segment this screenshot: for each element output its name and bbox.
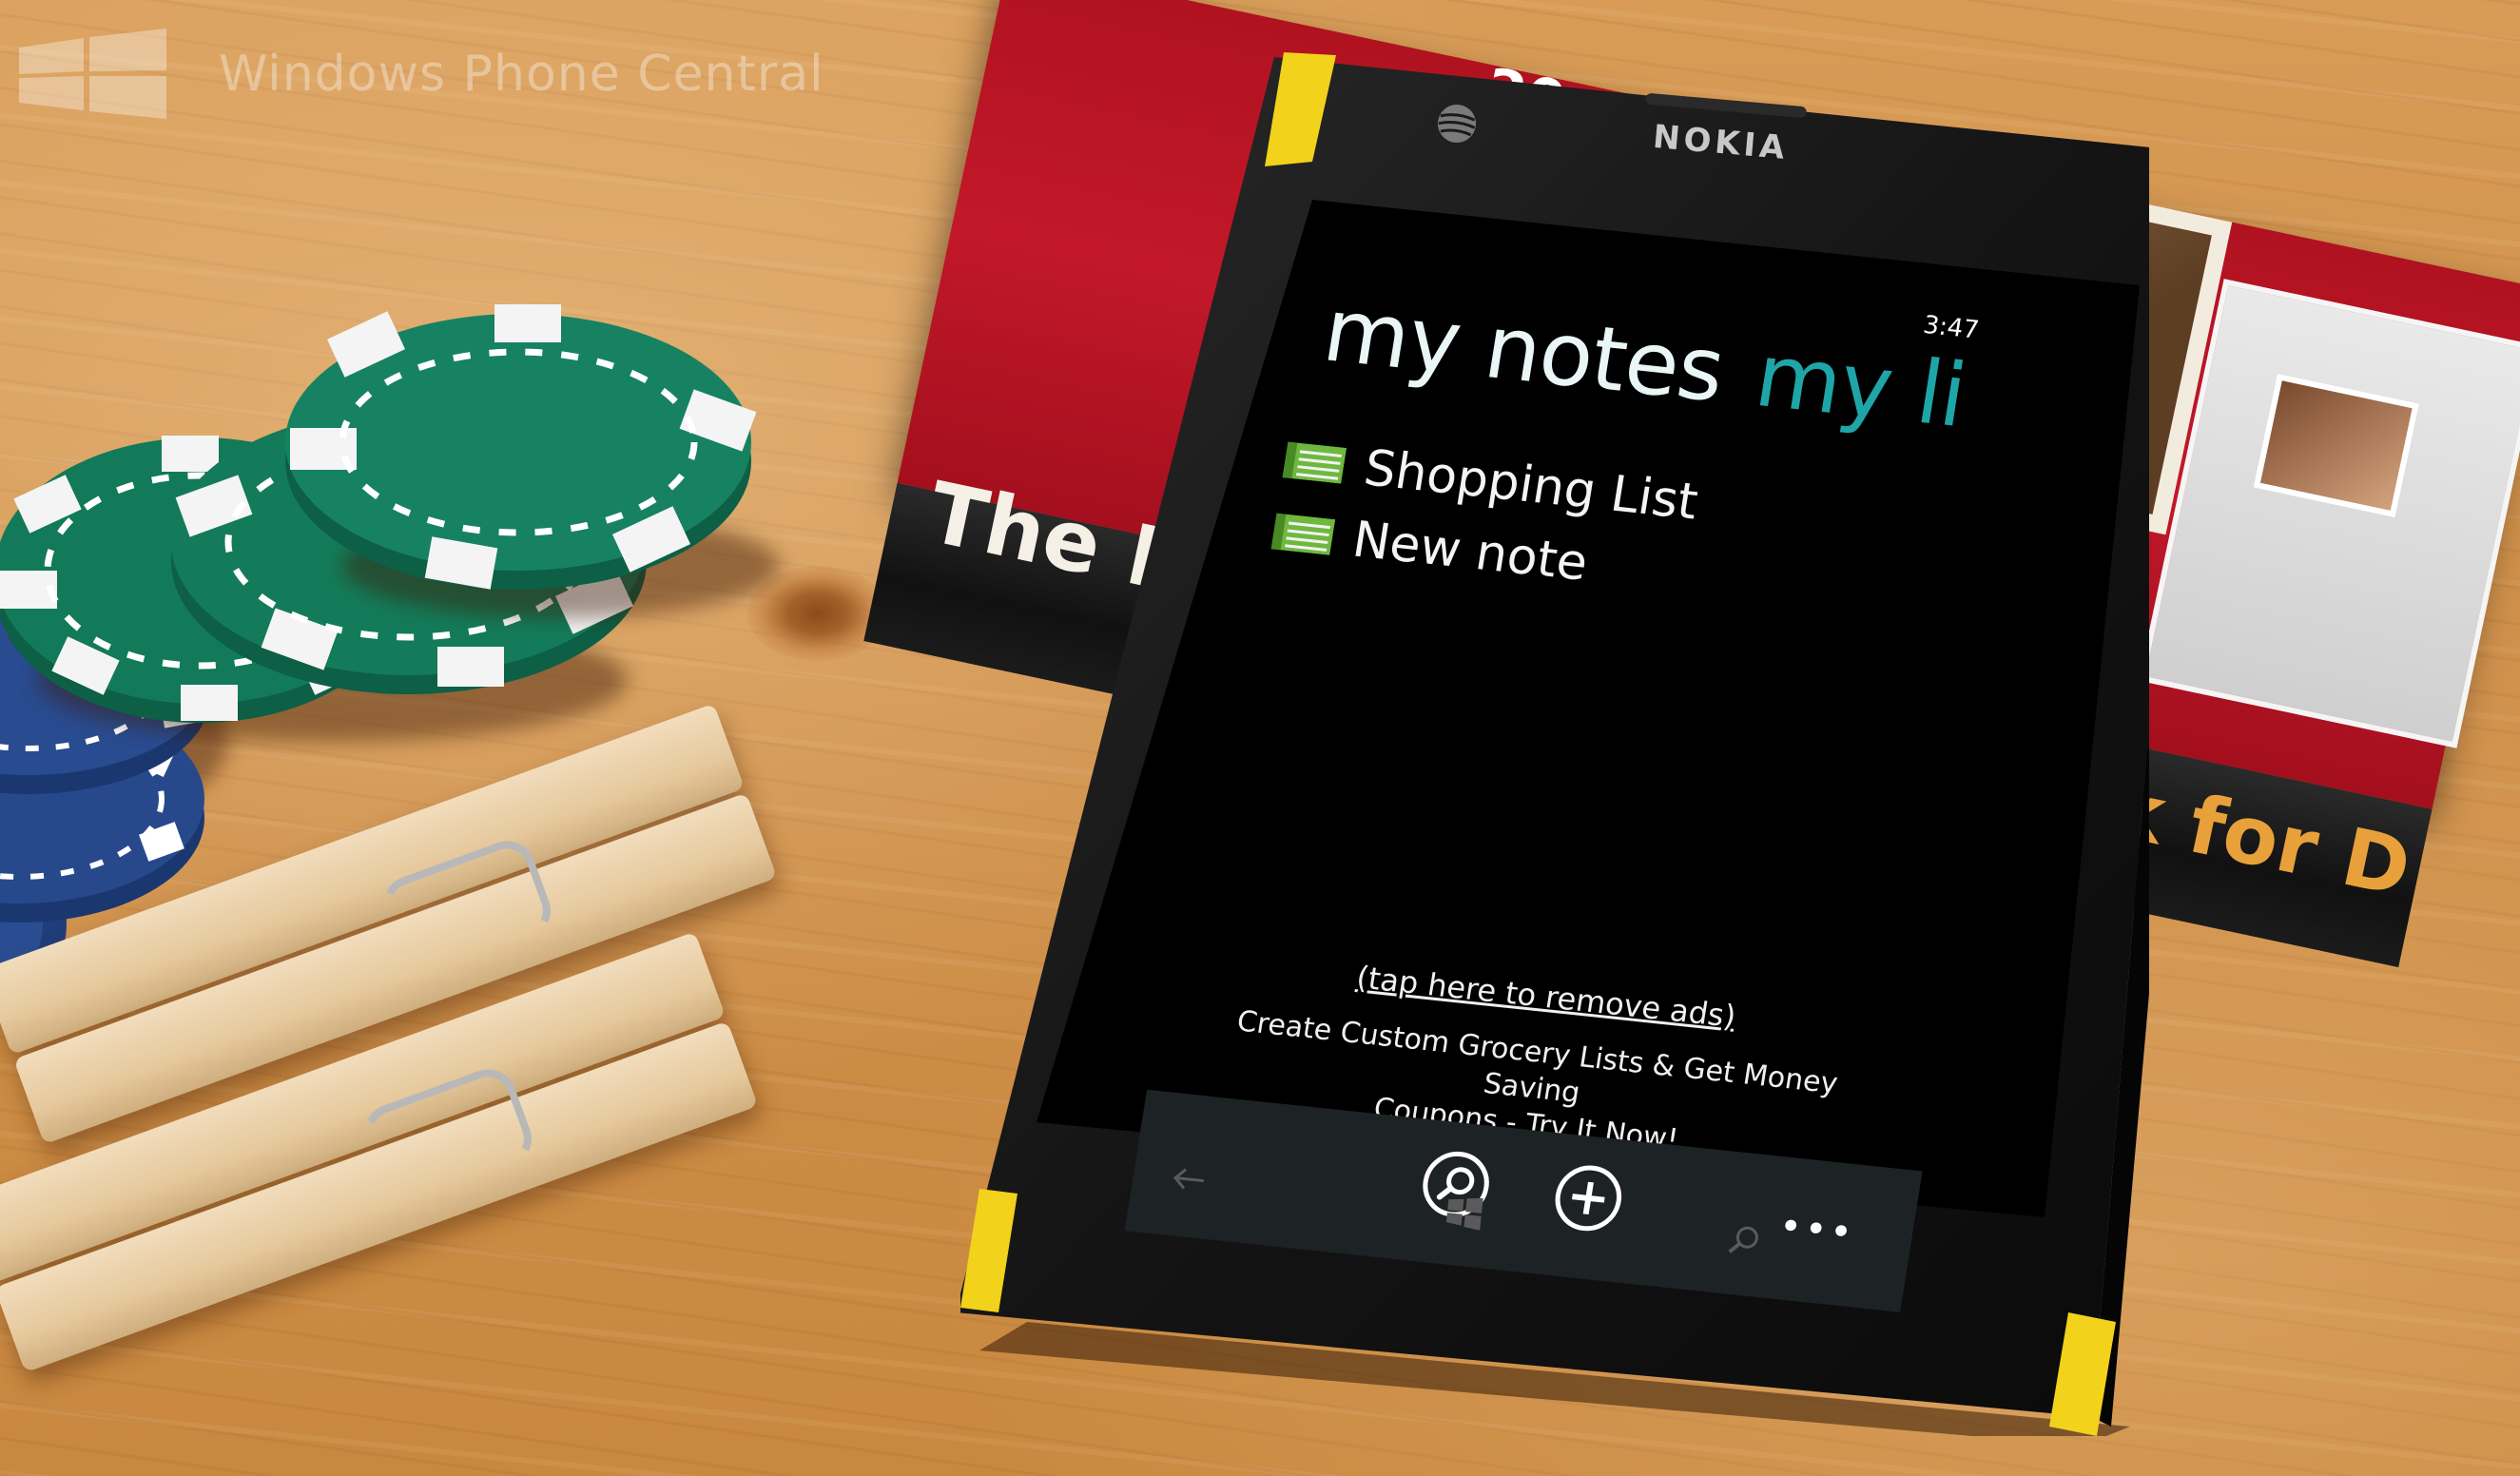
photo-scene: Windows Phone Central 20- The P Book for… [0, 0, 2520, 1476]
att-logo-icon [1433, 100, 1480, 146]
watermark: Windows Phone Central [10, 29, 824, 119]
windows-icon [1445, 1197, 1483, 1231]
note-icon [1282, 441, 1347, 484]
more-options-button[interactable]: ••• [1776, 1204, 1859, 1255]
note-icon [1270, 513, 1336, 555]
search-icon [1728, 1226, 1758, 1253]
pivot-titles: my notes my lis [1315, 280, 1976, 458]
pivot-item-my-notes[interactable]: my notes [1317, 280, 1731, 422]
windows-logo-icon [10, 29, 171, 119]
note-title: New note [1348, 511, 1592, 592]
green-poker-chip [276, 285, 761, 599]
nokia-phone: NOKIA 3:47 my notes my lis Shopping List… [960, 48, 2149, 1436]
add-icon [1555, 1165, 1622, 1232]
back-button[interactable] [1168, 1158, 1210, 1200]
start-button[interactable] [1444, 1192, 1485, 1233]
add-note-button[interactable] [1548, 1159, 1629, 1236]
pivot-item-my-lists[interactable]: my lis [1749, 324, 1976, 452]
search-hardware-button[interactable] [1724, 1220, 1766, 1262]
watermark-text: Windows Phone Central [219, 45, 824, 103]
book-cover-thumbnail [2253, 374, 2419, 517]
back-icon [1173, 1168, 1205, 1190]
status-time: 3:47 [1921, 310, 1982, 345]
notes-list: Shopping List New note [1268, 426, 1933, 636]
